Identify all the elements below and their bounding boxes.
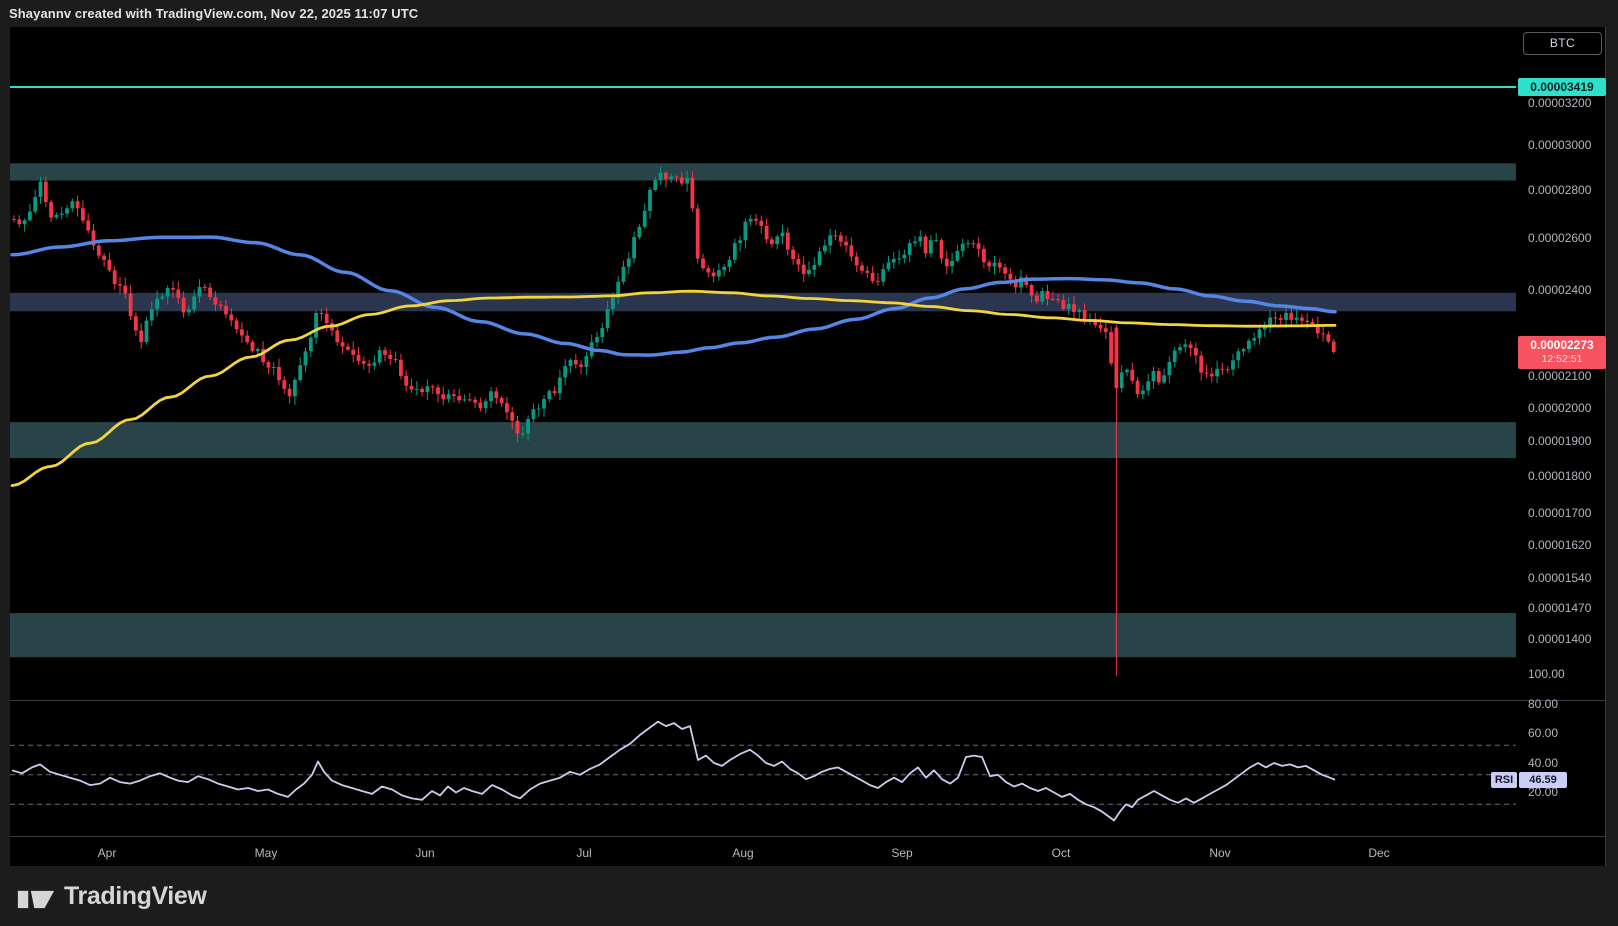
rsi-name-badge: RSI (1491, 772, 1517, 788)
time-tick-sep: Sep (891, 846, 912, 860)
price-tick-0.00001800: 0.00001800 (1528, 468, 1591, 484)
time-tick-dec: Dec (1368, 846, 1389, 860)
tradingview-logo-text: TradingView (64, 882, 206, 911)
last-price-label: 0.00002273 12:52:51 (1518, 336, 1606, 369)
price-tick-0.00001400: 0.00001400 (1528, 631, 1591, 647)
price-tick-0.00002400: 0.00002400 (1528, 282, 1591, 298)
rsi-tick-80: 80.00 (1528, 696, 1558, 712)
rsi-tick-100: 100.00 (1528, 666, 1565, 682)
time-tick-apr: Apr (98, 846, 117, 860)
symbol-quote-label: BTC (1550, 36, 1575, 50)
chart-widget[interactable]: 0.00003200 0.00003000 0.00002800 0.00002600… (10, 27, 1606, 866)
price-tick-0.00002600: 0.00002600 (1528, 230, 1591, 246)
price-tick-0.00001900: 0.00001900 (1528, 433, 1591, 449)
rsi-tick-40: 40.00 (1528, 755, 1558, 771)
price-tick-0.00002000: 0.00002000 (1528, 400, 1591, 416)
rsi-value: 46.59 (1529, 774, 1557, 786)
price-tick-0.00002800: 0.00002800 (1528, 182, 1591, 198)
price-tick-0.00003200: 0.00003200 (1528, 95, 1591, 111)
attribution-bar: Shayannv created with TradingView.com, N… (0, 0, 1618, 27)
time-tick-may: May (255, 846, 278, 860)
price-tick-0.00001470: 0.00001470 (1528, 600, 1591, 616)
resistance-price-value: 0.00003419 (1530, 80, 1593, 94)
price-tick-0.00003000: 0.00003000 (1528, 137, 1591, 153)
attribution-text: Shayannv created with TradingView.com, N… (9, 6, 418, 21)
symbol-quote-button[interactable]: BTC (1523, 32, 1602, 55)
time-tick-jul: Jul (576, 846, 591, 860)
rsi-value-badge: 46.59 (1519, 772, 1567, 788)
rsi-name: RSI (1495, 774, 1513, 786)
price-tick-0.00001700: 0.00001700 (1528, 505, 1591, 521)
time-tick-jun: Jun (415, 846, 434, 860)
resistance-price-label: 0.00003419 (1518, 78, 1606, 96)
rsi-tick-60: 60.00 (1528, 725, 1558, 741)
time-tick-aug: Aug (732, 846, 753, 860)
last-price-value: 0.00002273 (1518, 338, 1606, 353)
price-tick-0.00002100: 0.00002100 (1528, 368, 1591, 384)
tradingview-logo-icon (17, 882, 55, 910)
bar-countdown: 12:52:51 (1518, 353, 1606, 366)
price-tick-0.00001540: 0.00001540 (1528, 570, 1591, 586)
time-tick-nov: Nov (1209, 846, 1230, 860)
axis-labels-layer: 0.00003200 0.00003000 0.00002800 0.00002600… (10, 27, 1605, 866)
watermark-bar: TradingView (0, 866, 1618, 926)
time-tick-oct: Oct (1052, 846, 1071, 860)
price-tick-0.00001620: 0.00001620 (1528, 537, 1591, 553)
